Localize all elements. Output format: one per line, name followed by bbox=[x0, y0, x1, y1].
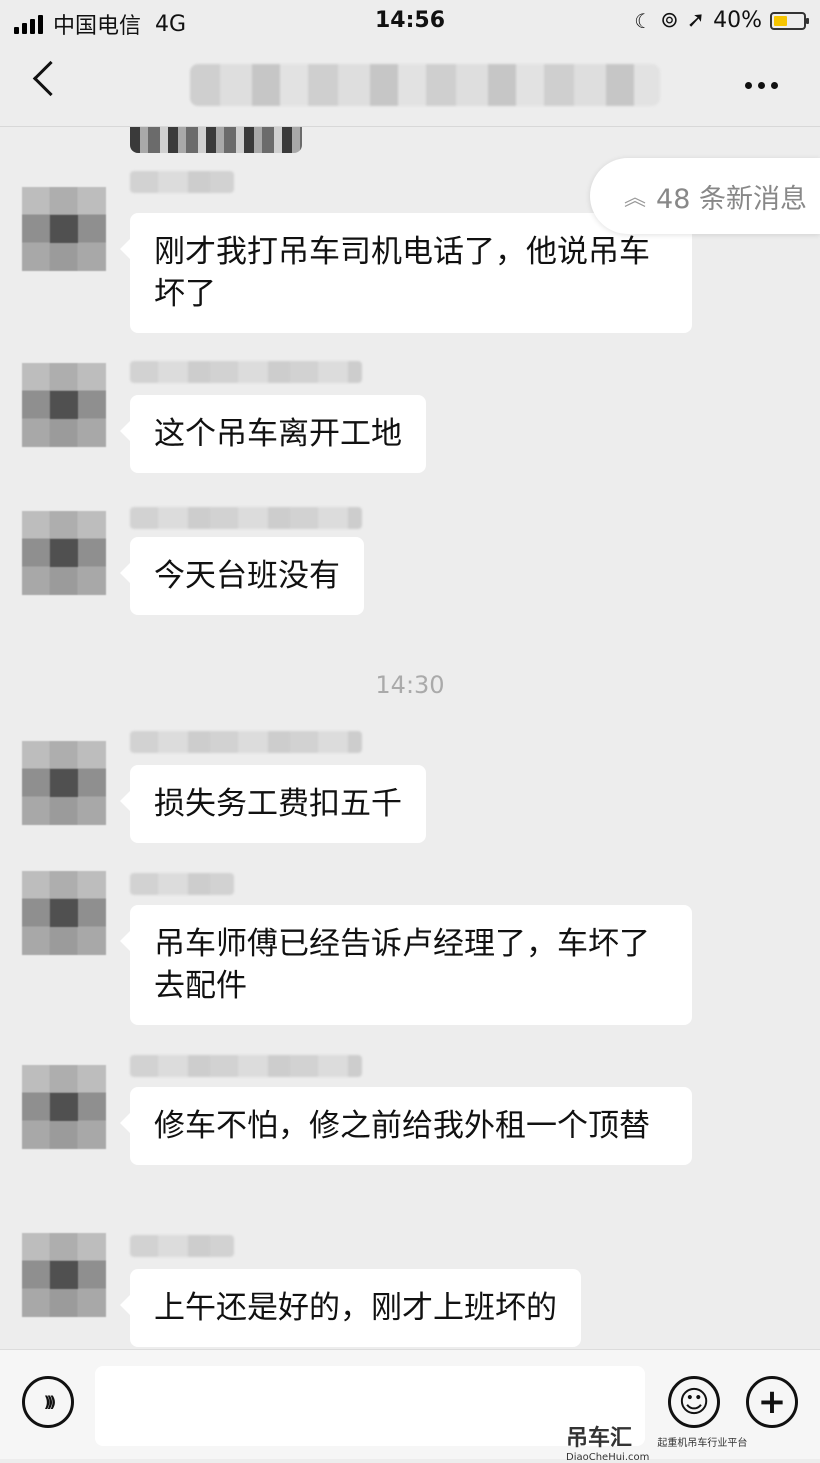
new-messages-pill[interactable]: ︽ 48 条新消息 bbox=[590, 158, 820, 234]
message-bubble[interactable]: 上午还是好的，刚才上班坏的 bbox=[120, 1269, 581, 1347]
avatar[interactable] bbox=[22, 511, 106, 595]
rotation-lock-icon: ⊚ bbox=[660, 8, 679, 33]
nav-bar bbox=[0, 44, 820, 127]
avatar[interactable] bbox=[22, 187, 106, 271]
message-bubble[interactable]: 今天台班没有 bbox=[120, 537, 364, 615]
location-icon: ➚ bbox=[686, 8, 706, 33]
sender-name-blurred bbox=[130, 1055, 362, 1077]
avatar[interactable] bbox=[22, 1233, 106, 1317]
sender-name-blurred bbox=[130, 361, 362, 383]
avatar[interactable] bbox=[22, 741, 106, 825]
new-messages-label: 48 条新消息 bbox=[656, 183, 807, 215]
avatar[interactable] bbox=[22, 1065, 106, 1149]
message-bubble[interactable]: 这个吊车离开工地 bbox=[120, 395, 426, 473]
battery-icon bbox=[770, 11, 809, 30]
sender-name-blurred bbox=[130, 507, 362, 529]
more-dots-icon[interactable] bbox=[745, 82, 778, 89]
double-chevron-up-icon: ︽ bbox=[624, 186, 647, 211]
watermark-logo-group: 吊车汇 DiaoCheHui.com bbox=[566, 1420, 649, 1463]
chat-timestamp: 14:30 bbox=[375, 671, 445, 699]
avatar[interactable] bbox=[22, 871, 106, 955]
message-bubble[interactable]: 吊车师傅已经告诉卢经理了，车坏了去配件 bbox=[120, 905, 692, 1025]
chat-list[interactable]: 刚才我打吊车司机电话了，他说吊车坏了 这个吊车离开工地 今天台班没有 14:30… bbox=[0, 127, 820, 1349]
status-right: ☾ ⊚ ➚ 40% bbox=[634, 8, 809, 33]
sender-name-blurred bbox=[130, 731, 362, 753]
back-chevron-icon[interactable] bbox=[32, 60, 69, 97]
battery-percent: 40% bbox=[713, 8, 762, 33]
avatar[interactable] bbox=[22, 363, 106, 447]
voice-icon[interactable] bbox=[22, 1376, 74, 1428]
plus-icon[interactable]: + bbox=[746, 1376, 798, 1428]
status-bar: 中国电信 4G 14:56 ☾ ⊚ ➚ 40% bbox=[0, 0, 820, 44]
sender-name-blurred bbox=[130, 171, 234, 193]
moon-icon: ☾ bbox=[634, 8, 653, 33]
message-bubble[interactable]: 刚才我打吊车司机电话了，他说吊车坏了 bbox=[120, 213, 692, 333]
message-bubble[interactable]: 修车不怕，修之前给我外租一个顶替 bbox=[120, 1087, 692, 1165]
watermark-slogan: 起重机吊车行业平台 bbox=[657, 1438, 748, 1449]
chat-title-blurred bbox=[190, 64, 660, 106]
message-bubble[interactable]: 损失务工费扣五千 bbox=[120, 765, 426, 843]
message-input[interactable] bbox=[95, 1366, 645, 1446]
watermark: 吊车汇 DiaoCheHui.com 起重机吊车行业平台 bbox=[566, 1420, 747, 1463]
watermark-logo: 吊车汇 bbox=[566, 1426, 633, 1451]
sender-name-blurred bbox=[130, 1235, 234, 1257]
sender-name-blurred bbox=[130, 873, 234, 895]
previous-image-message[interactable] bbox=[130, 127, 302, 153]
